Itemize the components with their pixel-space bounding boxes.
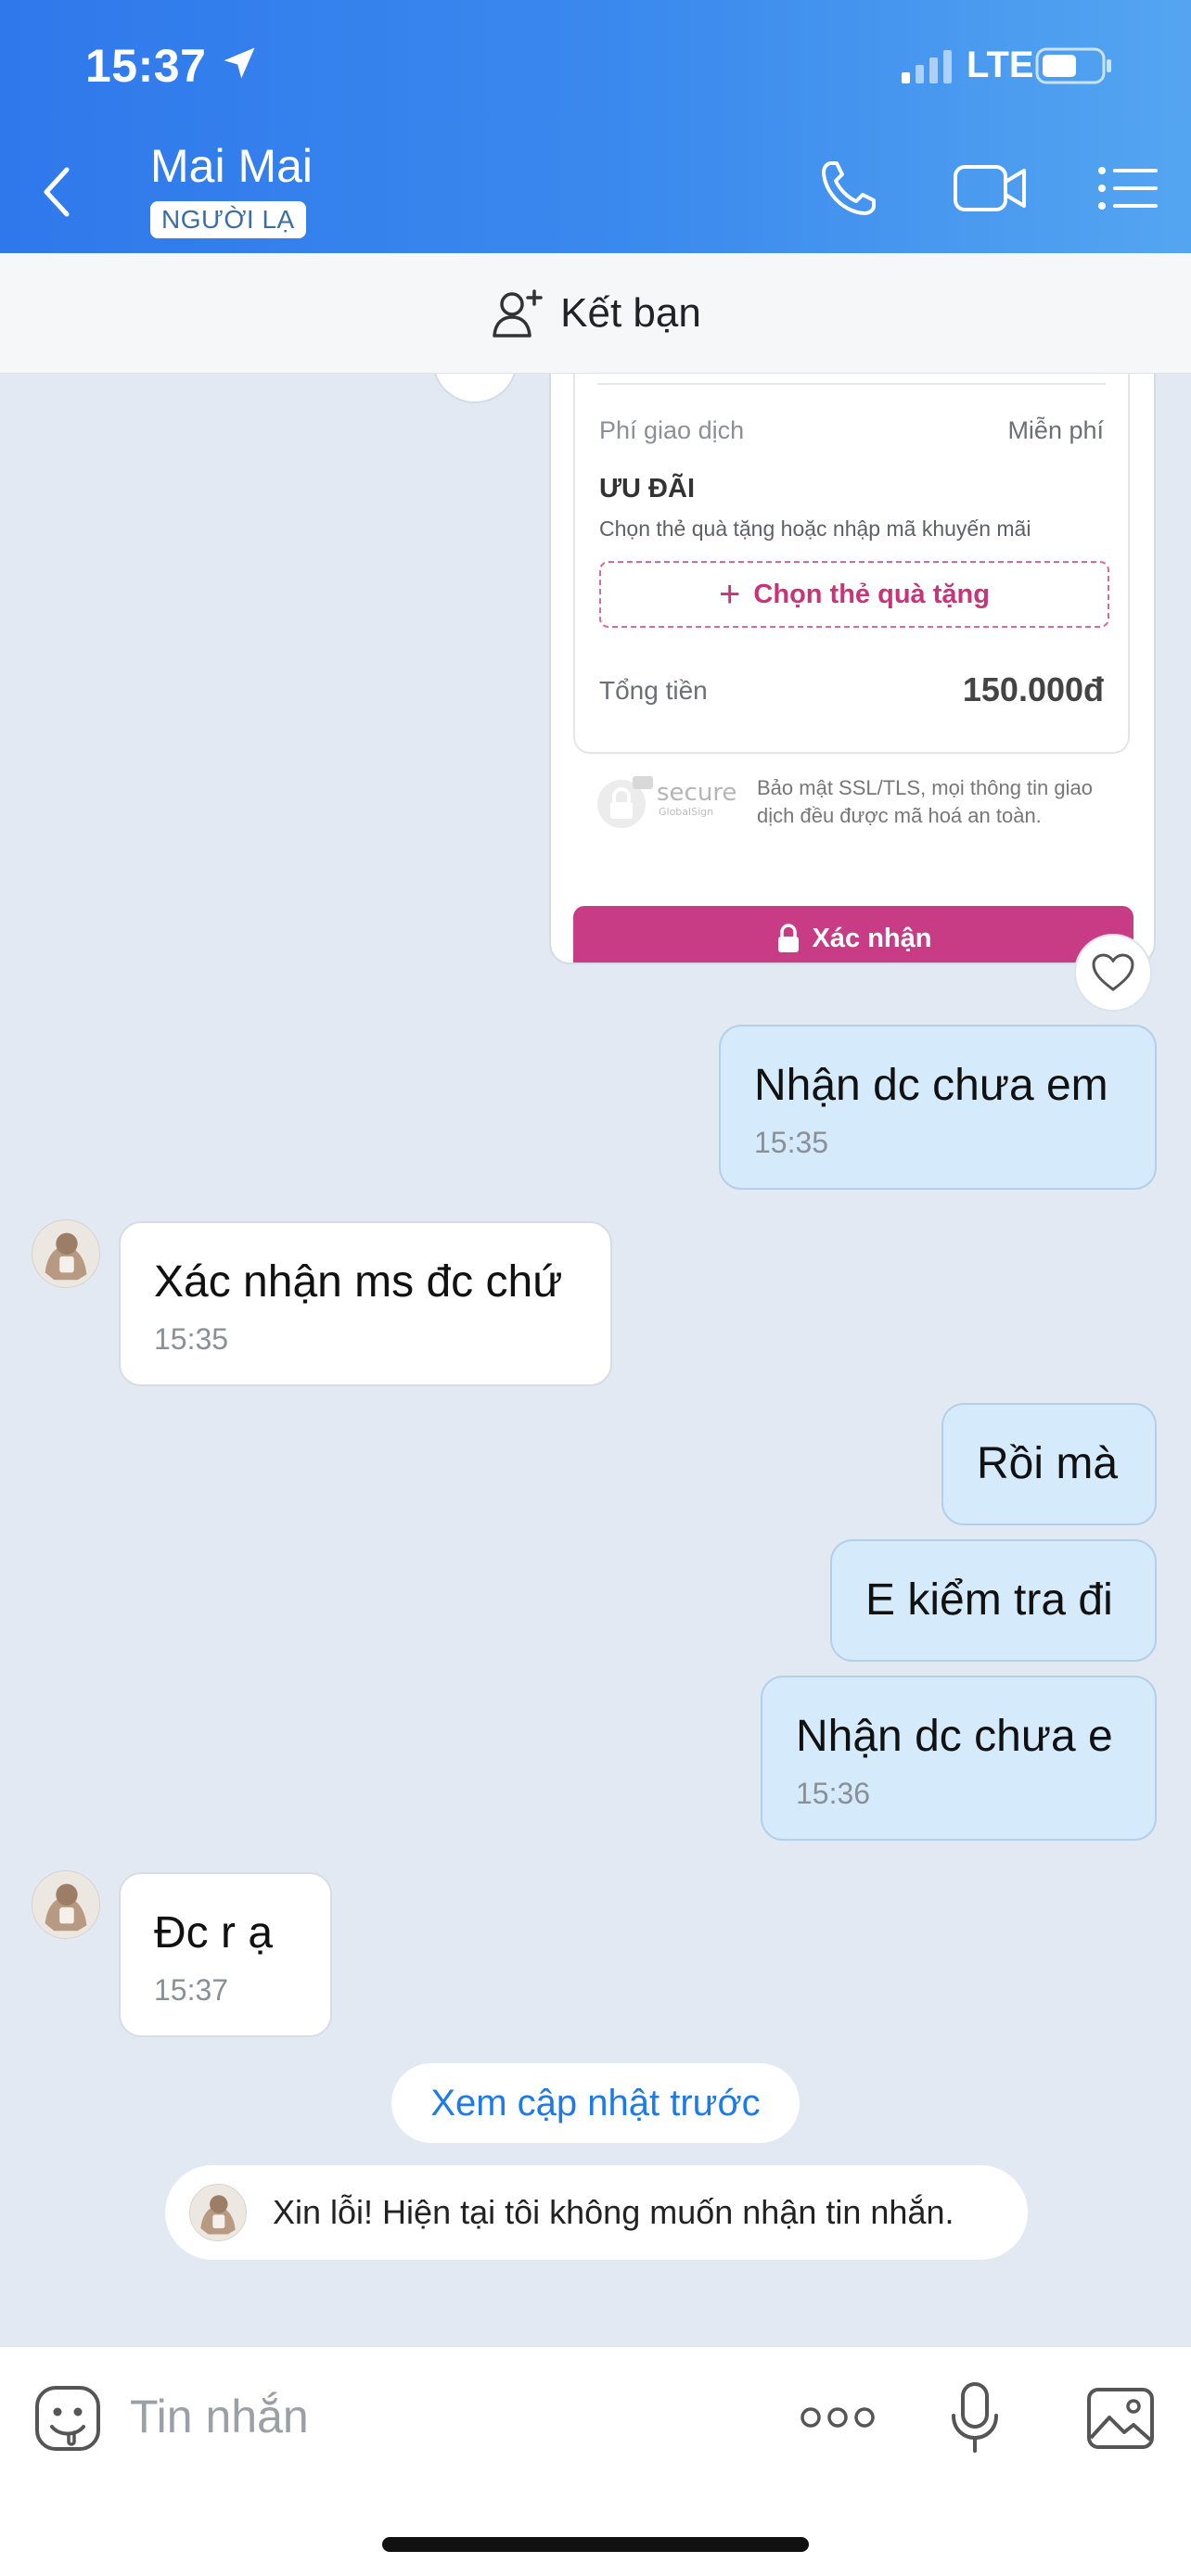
message-bubble-incoming[interactable]: Đc r ạ 15:37	[119, 1872, 332, 2037]
add-friend-label: Kết bạn	[560, 289, 701, 336]
contact-avatar[interactable]	[32, 1870, 100, 1939]
react-heart-button[interactable]	[1074, 934, 1152, 1012]
message-text: Rồi mà	[977, 1439, 1119, 1488]
divider	[597, 383, 1106, 385]
message-text: Đc r ạ	[154, 1908, 274, 1958]
message-bubble-outgoing[interactable]: Nhận dc chưa e 15:36	[761, 1676, 1157, 1841]
message-time: 15:35	[754, 1126, 829, 1159]
message-input[interactable]	[130, 2375, 761, 2458]
message-time: 15:35	[154, 1322, 229, 1356]
image-message[interactable]: Phí giao dịch Miễn phí ƯU ĐÃI Chọn thẻ q…	[549, 374, 1156, 964]
add-friend-bar[interactable]: Kết bạn	[0, 253, 1191, 374]
home-indicator	[382, 2537, 809, 2552]
location-arrow-icon	[224, 47, 255, 79]
more-options-icon[interactable]	[800, 2399, 876, 2436]
chat-header: 15:37 LTE Mai Mai NGƯỜI LẠ	[0, 0, 1191, 253]
add-user-icon	[493, 288, 543, 338]
avatar-image	[32, 1220, 99, 1287]
message-time: 15:36	[796, 1777, 871, 1810]
heart-icon	[1092, 953, 1134, 991]
auto-reply-text: Xin lỗi! Hiện tại tôi không muốn nhận ti…	[273, 2193, 954, 2231]
contact-avatar[interactable]	[32, 1219, 100, 1288]
message-text: Nhận dc chưa e	[796, 1712, 1113, 1761]
message-bubble-outgoing[interactable]: E kiểm tra đi	[830, 1539, 1157, 1662]
avatar-image	[190, 2185, 246, 2240]
video-call-icon[interactable]	[952, 156, 1028, 221]
image-gallery-icon[interactable]	[1085, 2386, 1156, 2451]
secure-note: Bảo mật SSL/TLS, mọi thông tin giao dịch…	[757, 776, 1093, 827]
phone-icon[interactable]	[816, 156, 881, 221]
secure-logo-sub: GlobalSign	[659, 806, 713, 818]
back-icon[interactable]	[37, 162, 78, 222]
secure-lock-icon: secure GlobalSign	[597, 776, 736, 828]
microphone-icon[interactable]	[946, 2380, 1004, 2455]
plus-icon: +	[719, 574, 741, 615]
see-previous-updates-button[interactable]: Xem cập nhật trước	[391, 2063, 800, 2143]
confirm-button: Xác nhận	[573, 906, 1133, 963]
total-value: 150.000đ	[962, 670, 1104, 708]
network-type: LTE	[967, 45, 1034, 85]
avatar-image	[32, 1871, 99, 1938]
message-bubble-incoming[interactable]: Xác nhận ms đc chứ 15:35	[119, 1221, 612, 1386]
gift-card-button: + Chọn thẻ quà tặng	[599, 561, 1109, 628]
reaction-button-partial[interactable]	[432, 374, 518, 403]
contact-name[interactable]: Mai Mai	[150, 139, 313, 193]
fee-value: Miễn phí	[1007, 416, 1104, 444]
payment-summary-card: Phí giao dịch Miễn phí ƯU ĐÃI Chọn thẻ q…	[573, 374, 1130, 754]
message-bubble-outgoing[interactable]: Rồi mà	[941, 1403, 1157, 1525]
auto-reply-notice: Xin lỗi! Hiện tại tôi không muốn nhận ti…	[165, 2165, 1028, 2260]
secure-logo-text: secure	[657, 779, 736, 807]
message-time: 15:37	[154, 1973, 229, 2007]
promo-subtitle: Chọn thẻ quà tặng hoặc nhập mã khuyến mã…	[599, 516, 1031, 541]
chat-area[interactable]: Phí giao dịch Miễn phí ƯU ĐÃI Chọn thẻ q…	[0, 374, 1191, 2346]
status-time: 15:37	[85, 40, 207, 92]
confirm-label: Xác nhận	[812, 923, 932, 953]
fee-label: Phí giao dịch	[599, 416, 745, 444]
contact-avatar-small	[189, 2184, 247, 2241]
stranger-badge: NGƯỜI LẠ	[150, 201, 306, 238]
menu-list-icon[interactable]	[1095, 156, 1159, 221]
message-text: Nhận dc chưa em	[754, 1061, 1108, 1110]
signal-strength-icon	[902, 50, 952, 83]
lock-icon	[777, 924, 799, 952]
battery-icon	[1035, 47, 1111, 84]
message-text: E kiểm tra đi	[865, 1575, 1113, 1625]
message-bubble-outgoing[interactable]: Nhận dc chưa em 15:35	[719, 1025, 1157, 1190]
gift-card-label: Chọn thẻ quà tặng	[753, 579, 990, 609]
promo-title: ƯU ĐÃI	[599, 474, 696, 504]
total-label: Tổng tiền	[599, 676, 708, 705]
sticker-icon[interactable]	[33, 2384, 102, 2453]
message-text: Xác nhận ms đc chứ	[154, 1257, 563, 1307]
